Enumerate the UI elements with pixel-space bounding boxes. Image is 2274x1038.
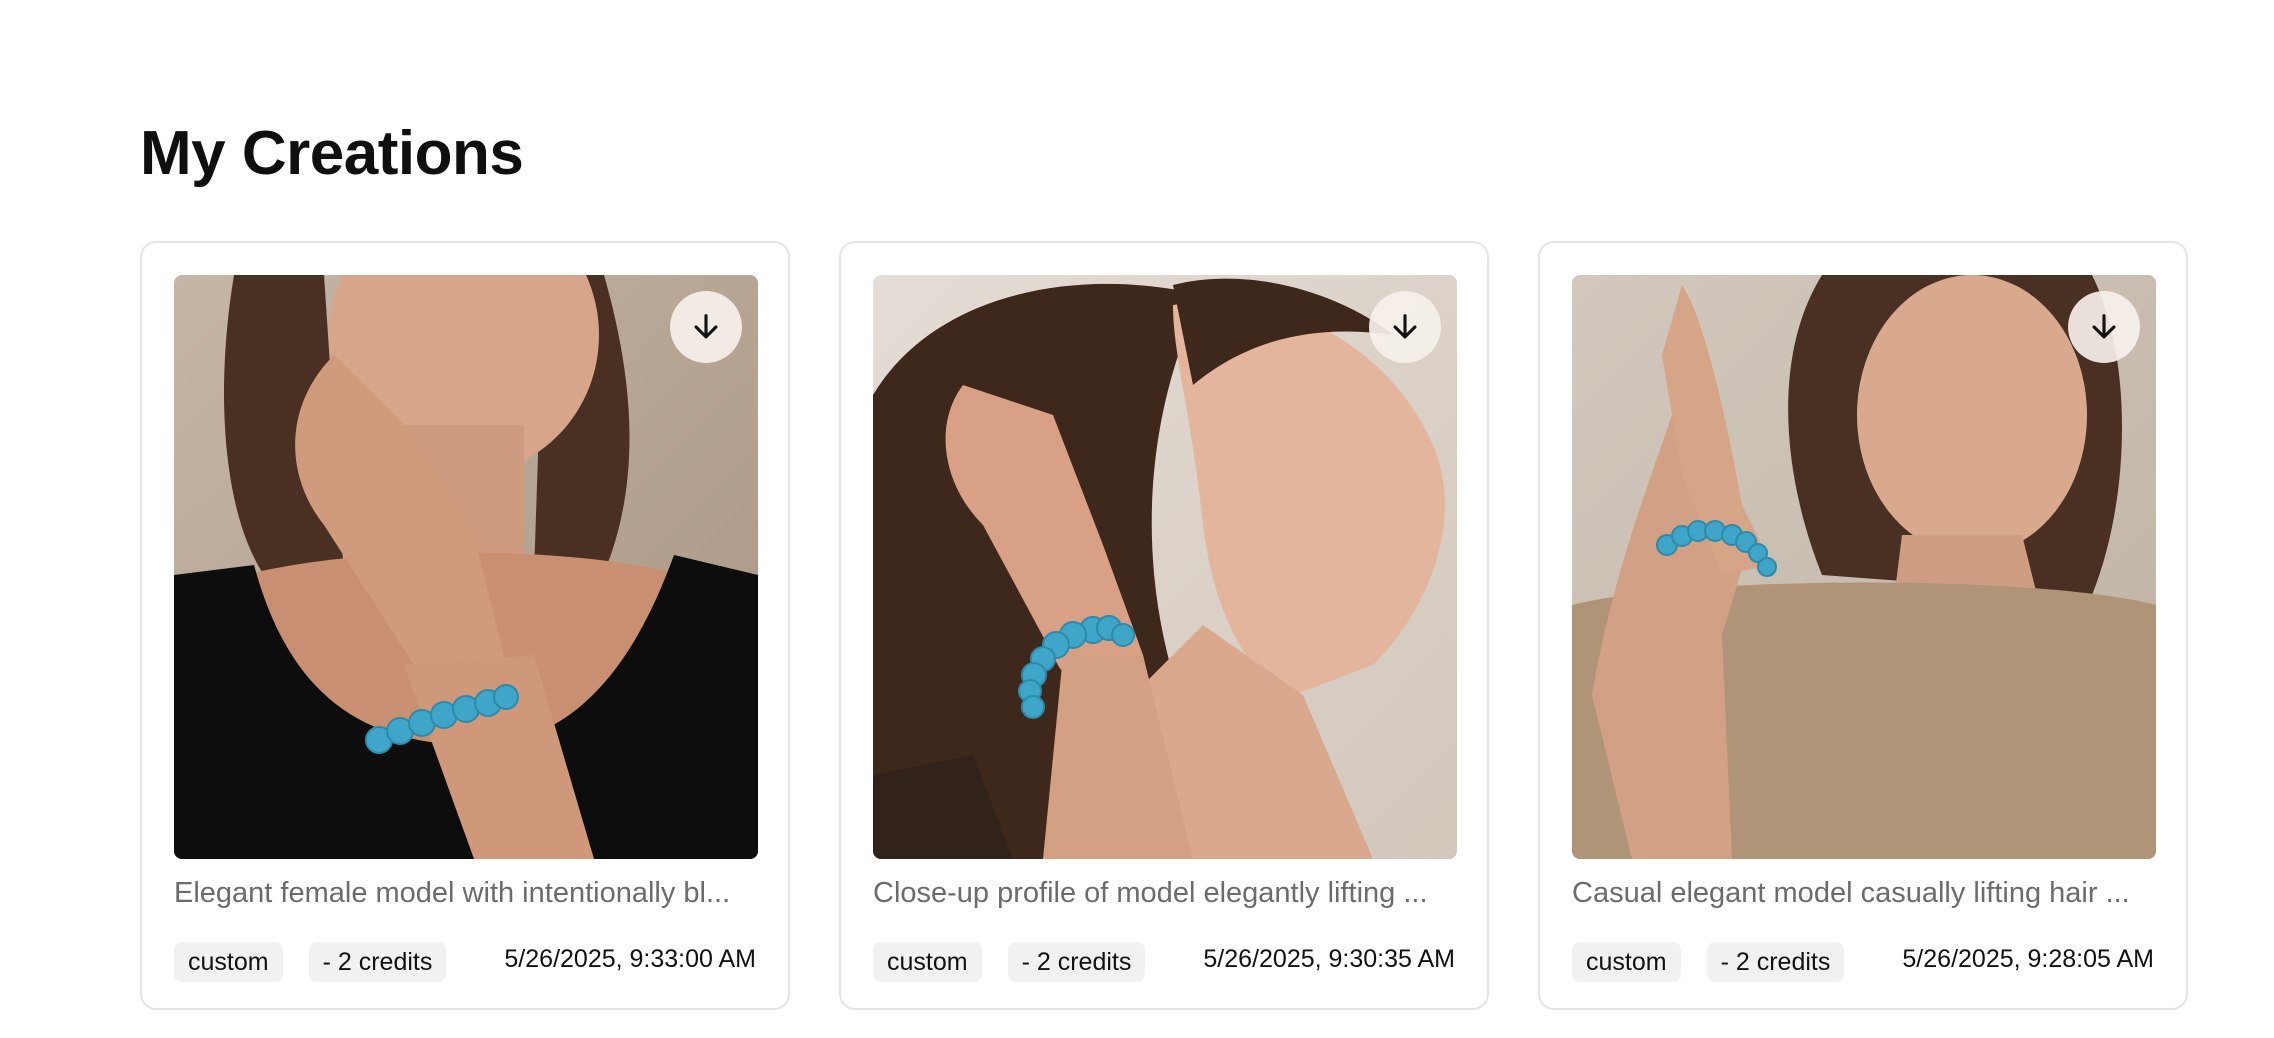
- creation-image-graphic: [174, 275, 758, 859]
- creation-timestamp: 5/26/2025, 9:30:35 AM: [1203, 944, 1455, 973]
- creation-card[interactable]: Casual elegant model casually lifting ha…: [1538, 241, 2188, 1010]
- creation-meta: custom - 2 credits 5/26/2025, 9:30:35 AM: [873, 940, 1455, 984]
- creation-image[interactable]: [174, 275, 758, 859]
- arrow-down-icon: [694, 314, 718, 339]
- download-button[interactable]: [1369, 291, 1441, 363]
- style-tag: custom: [1572, 942, 1681, 982]
- creation-caption: Casual elegant model casually lifting ha…: [1572, 877, 2130, 909]
- creation-image[interactable]: [873, 275, 1457, 859]
- credits-tag: - 2 credits: [1706, 942, 1845, 982]
- creation-caption: Elegant female model with intentionally …: [174, 877, 731, 909]
- creation-image-graphic: [1572, 275, 2156, 859]
- style-tag: custom: [873, 942, 982, 982]
- creation-caption: Close-up profile of model elegantly lift…: [873, 877, 1428, 909]
- creation-timestamp: 5/26/2025, 9:28:05 AM: [1902, 944, 2154, 973]
- arrow-down-icon: [1393, 314, 1417, 339]
- creation-image[interactable]: [1572, 275, 2156, 859]
- page-title: My Creations: [140, 119, 524, 188]
- creation-timestamp: 5/26/2025, 9:33:00 AM: [504, 944, 756, 973]
- download-button[interactable]: [2068, 291, 2140, 363]
- creation-card[interactable]: Close-up profile of model elegantly lift…: [839, 241, 1489, 1010]
- credits-tag: - 2 credits: [1007, 942, 1146, 982]
- creation-image-graphic: [873, 275, 1457, 859]
- arrow-down-icon: [2092, 314, 2116, 339]
- credits-tag: - 2 credits: [308, 942, 447, 982]
- creation-meta: custom - 2 credits 5/26/2025, 9:33:00 AM: [174, 940, 756, 984]
- creation-card[interactable]: Elegant female model with intentionally …: [140, 241, 790, 1010]
- creation-meta: custom - 2 credits 5/26/2025, 9:28:05 AM: [1572, 940, 2154, 984]
- creations-grid: Elegant female model with intentionally …: [140, 241, 2188, 1010]
- download-button[interactable]: [670, 291, 742, 363]
- style-tag: custom: [174, 942, 283, 982]
